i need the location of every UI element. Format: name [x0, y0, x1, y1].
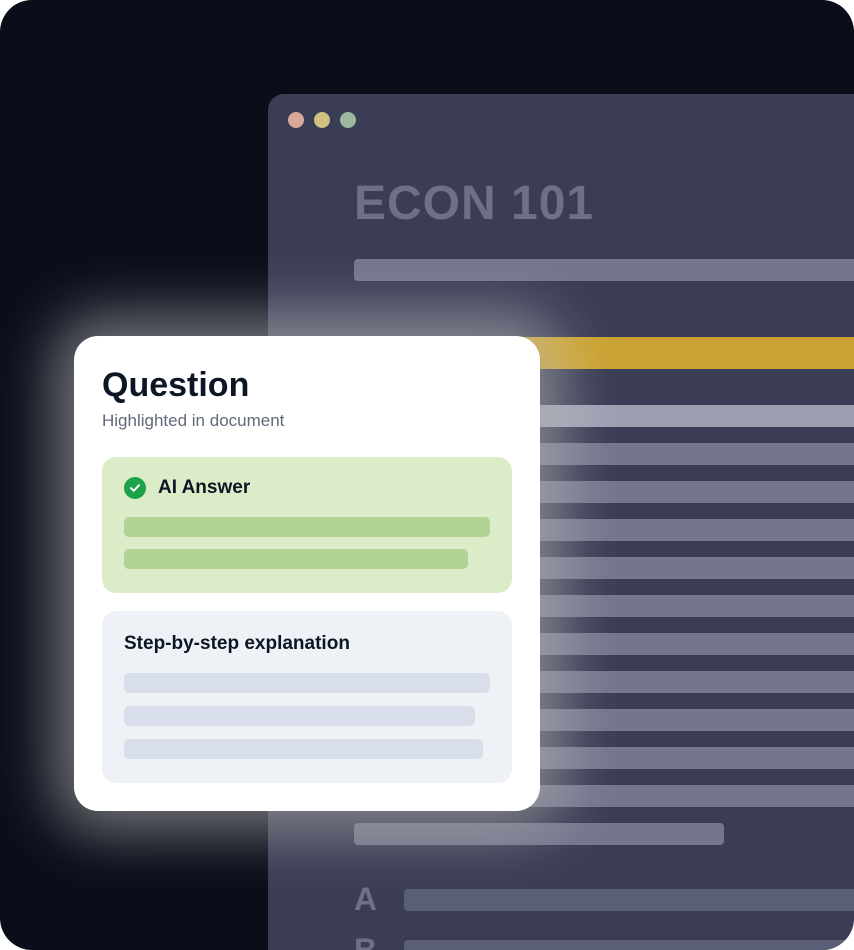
option-letter: B: [354, 932, 384, 950]
app-canvas: ECON 101 A: [0, 0, 854, 950]
answer-option[interactable]: A: [354, 881, 854, 918]
answer-text-line: [124, 549, 468, 569]
answer-option[interactable]: B: [354, 932, 854, 950]
maximize-icon[interactable]: [340, 112, 356, 128]
explanation-box: Step-by-step explanation: [102, 611, 512, 783]
text-line: [354, 259, 854, 281]
answer-label: AI Answer: [158, 477, 250, 499]
popup-subtitle: Highlighted in document: [102, 411, 512, 431]
explanation-text-line: [124, 706, 475, 726]
ai-answer-popup: Question Highlighted in document AI Answ…: [74, 336, 540, 811]
popup-title: Question: [102, 366, 512, 405]
answer-header: AI Answer: [124, 477, 490, 499]
check-circle-icon: [124, 477, 146, 499]
option-text: [404, 940, 854, 950]
document-title: ECON 101: [354, 176, 854, 231]
option-letter: A: [354, 881, 384, 918]
window-controls: [268, 94, 854, 146]
close-icon[interactable]: [288, 112, 304, 128]
text-line: [354, 823, 724, 845]
explanation-label: Step-by-step explanation: [124, 633, 490, 655]
minimize-icon[interactable]: [314, 112, 330, 128]
explanation-text-line: [124, 739, 483, 759]
ai-answer-box: AI Answer: [102, 457, 512, 593]
option-text: [404, 889, 854, 911]
explanation-text-line: [124, 673, 490, 693]
answer-text-line: [124, 517, 490, 537]
